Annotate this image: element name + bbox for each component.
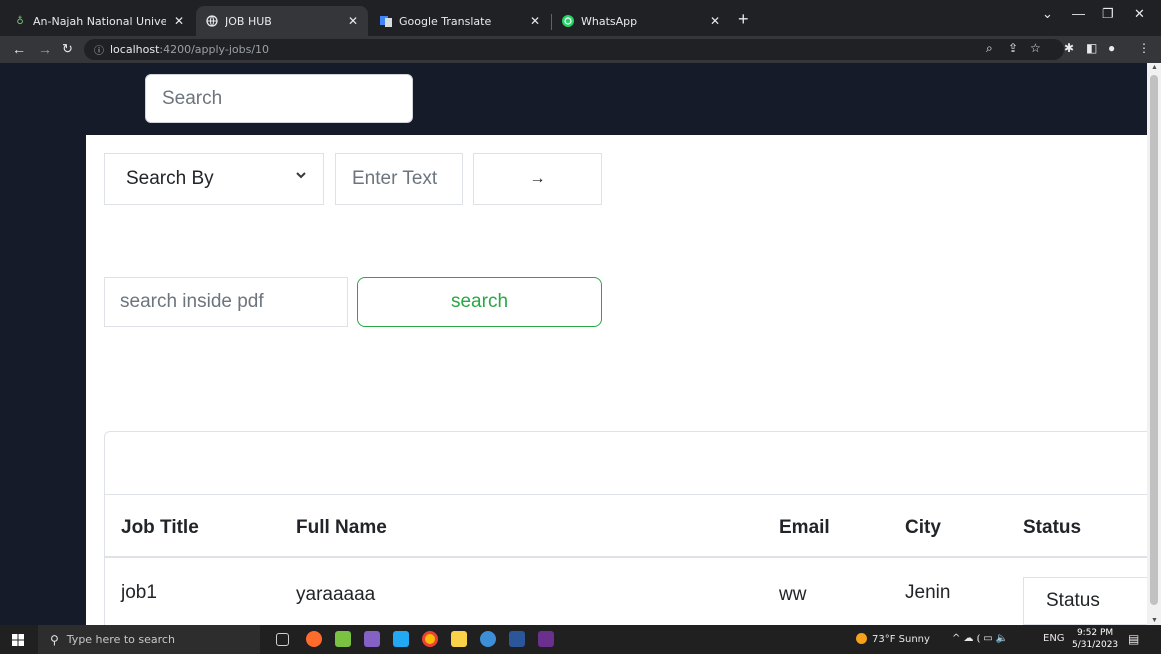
tab-title: JOB HUB — [225, 14, 272, 28]
table-header-row: Job Title Full Name Email City Status — [105, 494, 1147, 558]
new-tab-button[interactable]: + — [738, 10, 749, 28]
cell-full-name: yaraaaaa — [296, 584, 376, 605]
close-tab-icon[interactable]: ✕ — [710, 14, 720, 28]
taskbar-clock[interactable]: 9:52 PM 5/31/2023 — [1072, 627, 1118, 651]
cell-email: ww — [779, 584, 807, 605]
chevron-down-icon — [296, 172, 306, 179]
visual-studio-icon[interactable] — [364, 631, 380, 647]
column-header-status: Status — [1023, 517, 1082, 538]
header-search-input[interactable]: Search — [145, 74, 413, 123]
chrome-profile-icon[interactable] — [480, 631, 496, 647]
tab-search-chevron-icon[interactable]: ⌄ — [1042, 6, 1053, 22]
clock-date: 5/31/2023 — [1072, 640, 1119, 650]
bookmark-star-icon[interactable]: ☆ — [1030, 41, 1041, 55]
chrome-icon[interactable] — [422, 631, 438, 647]
taskbar-search-placeholder: Type here to search — [66, 633, 175, 646]
clock-time: 9:52 PM — [1076, 628, 1114, 638]
search-placeholder: Search — [162, 87, 223, 109]
minimize-icon[interactable]: — — [1072, 6, 1085, 21]
search-icon: ⚲ — [50, 632, 59, 647]
search-by-select[interactable]: Search By — [104, 153, 324, 205]
status-select-value: Status — [1046, 590, 1100, 611]
forward-arrow-icon[interactable]: → — [38, 41, 52, 57]
share-icon[interactable]: ⇪ — [1008, 41, 1018, 55]
column-header-job-title: Job Title — [121, 517, 199, 538]
scroll-down-arrow-icon[interactable]: ▼ — [1151, 617, 1158, 624]
page-scrollbar[interactable]: ▲ ▼ — [1147, 63, 1161, 625]
windows-start-icon[interactable] — [12, 634, 24, 646]
leaf-icon: ♁ — [16, 15, 24, 27]
pdf-search-button-label: search — [450, 291, 509, 312]
address-bar[interactable]: ⓘ localhost :4200/apply-jobs/10 — [84, 39, 1064, 60]
info-icon[interactable]: ⓘ — [94, 42, 104, 57]
cell-job-title: job1 — [121, 582, 157, 603]
scroll-up-arrow-icon[interactable]: ▲ — [1151, 64, 1158, 71]
app-paint-icon[interactable] — [335, 631, 351, 647]
url-host: localhost — [110, 43, 160, 56]
notifications-icon[interactable]: ▤ — [1128, 632, 1139, 646]
weather-text: 73°F Sunny — [872, 634, 930, 645]
sun-icon — [856, 633, 867, 644]
reload-icon[interactable]: ↻ — [62, 41, 73, 57]
zoom-icon[interactable]: ⌕ — [986, 41, 993, 56]
tab-an-najah[interactable]: ♁ An-Najah National University ten ✕ — [4, 6, 194, 36]
page-viewport: Search Search By Enter Text → search ins… — [0, 63, 1147, 625]
language-indicator[interactable]: ENG — [1043, 633, 1065, 644]
pdf-search-input[interactable]: search inside pdf — [104, 277, 348, 327]
arrow-right-icon: → — [529, 170, 546, 187]
column-header-city: City — [905, 517, 941, 538]
globe-icon — [206, 15, 218, 27]
translate-icon — [380, 15, 392, 27]
side-panel-icon[interactable]: ◧ — [1086, 41, 1097, 55]
windows-taskbar: ⚲ Type here to search 73°F Sunny ^ ☁ ⦅ ▭… — [0, 625, 1161, 654]
whatsapp-icon — [562, 15, 574, 27]
filter-text-placeholder: Enter Text — [352, 168, 438, 189]
column-header-full-name: Full Name — [296, 517, 387, 538]
weather-widget[interactable]: 73°F Sunny — [856, 633, 930, 645]
close-tab-icon[interactable]: ✕ — [174, 14, 184, 28]
taskbar-search-box[interactable]: ⚲ Type here to search — [38, 625, 260, 654]
url-path: :4200/apply-jobs/10 — [159, 43, 270, 56]
pdf-search-button[interactable]: search — [357, 277, 602, 327]
main-content: Search By Enter Text → search inside pdf… — [86, 135, 1147, 625]
pdf-search-placeholder: search inside pdf — [120, 291, 264, 312]
browser-toolbar: ← → ↻ ⓘ localhost :4200/apply-jobs/10 ⌕ … — [0, 36, 1161, 63]
column-header-email: Email — [779, 517, 830, 538]
tab-title: Google Translate — [399, 14, 492, 28]
menu-kebab-icon[interactable]: ⋮ — [1138, 41, 1150, 55]
cell-city: Jenin — [905, 582, 951, 603]
close-tab-icon[interactable]: ✕ — [348, 14, 358, 28]
file-explorer-icon[interactable] — [451, 631, 467, 647]
profile-icon[interactable]: ● — [1108, 41, 1115, 55]
close-tab-icon[interactable]: ✕ — [530, 14, 540, 28]
task-view-icon[interactable] — [276, 633, 289, 646]
tab-title: An-Najah National University ten — [33, 14, 166, 28]
search-by-label: Search By — [126, 168, 214, 189]
vscode-icon[interactable] — [393, 631, 409, 647]
status-select[interactable]: Status — [1023, 577, 1147, 625]
tab-job-hub[interactable]: JOB HUB ✕ — [196, 6, 368, 36]
tab-whatsapp[interactable]: WhatsApp ✕ — [552, 6, 730, 36]
system-tray-icons[interactable]: ^ ☁ ⦅ ▭ 🔈 — [952, 633, 1008, 644]
close-window-icon[interactable]: ✕ — [1134, 6, 1145, 22]
applications-table-card: Job Title Full Name Email City Status jo… — [104, 431, 1147, 625]
word-icon[interactable] — [509, 631, 525, 647]
tab-google-translate[interactable]: Google Translate ✕ — [370, 6, 550, 36]
filter-go-button[interactable]: → — [473, 153, 602, 205]
tab-title: WhatsApp — [581, 14, 638, 28]
scrollbar-thumb[interactable] — [1150, 75, 1158, 605]
browser-tab-strip: ♁ An-Najah National University ten ✕ JOB… — [0, 0, 1161, 36]
extensions-icon[interactable]: ✱ — [1064, 41, 1074, 55]
terminal-icon[interactable] — [538, 631, 554, 647]
restore-icon[interactable]: ❐ — [1102, 6, 1114, 22]
back-arrow-icon[interactable]: ← — [12, 41, 26, 57]
filter-text-input[interactable]: Enter Text — [335, 153, 463, 205]
app-swift-icon[interactable] — [306, 631, 322, 647]
